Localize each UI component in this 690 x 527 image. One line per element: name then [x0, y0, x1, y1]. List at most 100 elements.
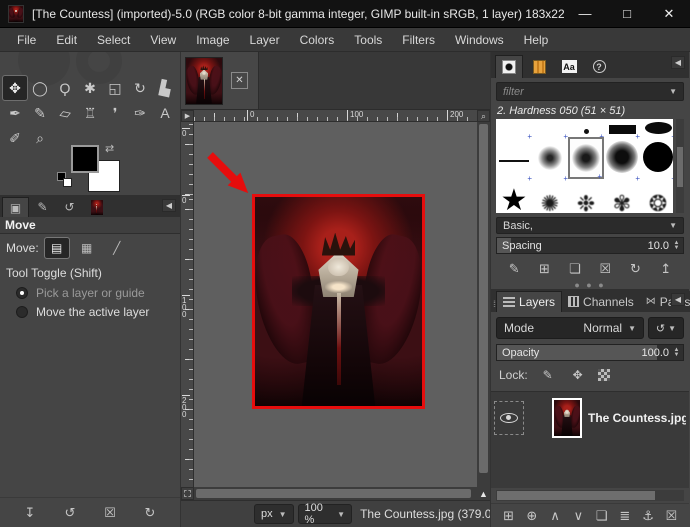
layer-mode-dropdown[interactable]: Mode Normal ▼ [496, 317, 644, 339]
lock-alpha-icon[interactable] [597, 369, 610, 381]
brush-cell-empty[interactable] [532, 119, 568, 141]
brush-cell-empty[interactable] [496, 119, 532, 141]
tab-patterns[interactable] [525, 55, 553, 78]
brush-cell-hardness-075[interactable] [604, 137, 640, 183]
open-brush-as-image-button[interactable]: ↥ [656, 259, 676, 279]
zoom-dropdown[interactable]: 100 % ▼ [297, 502, 353, 526]
delete-brush-button[interactable]: ☒ [595, 259, 615, 279]
text-tool[interactable]: A [153, 101, 177, 125]
reset-tool-options-button[interactable]: ↻ [140, 503, 160, 523]
brush-group-dropdown[interactable]: Basic, ▼ [496, 217, 684, 234]
bucket-fill-tool[interactable]: ▙ [153, 76, 177, 100]
brush-cell-acrylic-1[interactable]: ✺ [532, 179, 568, 214]
opacity-spinner[interactable]: ▲ ▼ [672, 347, 681, 358]
layer-visibility-toggle[interactable] [494, 401, 524, 435]
brush-filter-input[interactable]: filter ▼ [496, 82, 684, 101]
minimize-button[interactable]: — [564, 0, 606, 28]
brush-cell-ellipse[interactable] [640, 119, 673, 141]
zoom-follow-window-icon[interactable]: ⌕ [477, 110, 490, 122]
anchor-layer-button[interactable]: ⚓ [638, 506, 658, 526]
menu-file[interactable]: File [8, 30, 45, 50]
tab-help[interactable]: ? [585, 55, 613, 78]
vertical-ruler[interactable]: 0 0 100 200 [181, 122, 194, 487]
lock-position-icon[interactable]: ✥ [568, 365, 588, 385]
duplicate-layer-button[interactable]: ❏ [592, 506, 612, 526]
layer-row[interactable]: The Countess.jpg [494, 396, 686, 440]
navigate-image-icon[interactable]: ▲ [477, 487, 490, 500]
transform-tool[interactable]: ↻ [128, 76, 152, 100]
brush-cell-star[interactable]: ★ [496, 179, 532, 214]
brush-cell-hardness-100[interactable] [640, 137, 673, 183]
swap-colors-icon[interactable]: ⇄ [105, 142, 114, 155]
tab-fonts[interactable]: Aa [555, 55, 583, 78]
dock-resize-handle[interactable]: ● ● ● [491, 280, 689, 290]
brush-cell-acrylic-2[interactable]: ❉ [568, 179, 604, 214]
raise-layer-button[interactable]: ∧ [545, 506, 565, 526]
mode-options-button[interactable]: ↺ ▼ [648, 317, 684, 339]
tab-layers[interactable]: Layers [496, 291, 563, 312]
delete-tool-preset-button[interactable]: ☒ [100, 503, 120, 523]
opacity-slider[interactable]: Opacity 100.0 ▲ ▼ [496, 344, 684, 361]
tab-channels[interactable]: Channels [562, 291, 640, 312]
collapse-dock-icon[interactable]: ◀ [671, 293, 685, 306]
close-button[interactable]: ✕ [648, 0, 690, 28]
brush-cell-acrylic-3[interactable]: ✾ [604, 179, 640, 214]
radio-pick-layer[interactable] [16, 287, 28, 299]
crop-tool[interactable]: ◱ [103, 76, 127, 100]
paths-tool[interactable]: ✑ [128, 101, 152, 125]
quick-mask-toggle[interactable] [181, 487, 194, 500]
eraser-tool[interactable]: ▱ [53, 101, 77, 125]
smudge-tool[interactable]: ❜ [103, 101, 127, 125]
spacing-slider[interactable]: Spacing 10.0 ▲ ▼ [496, 237, 684, 254]
brush-cell-block[interactable] [604, 119, 640, 141]
layer-thumbnail[interactable] [552, 398, 582, 438]
tab-device-status[interactable]: ✎ [29, 197, 56, 217]
tab-brushes[interactable] [495, 55, 523, 78]
move-selection-mode[interactable]: ▦ [75, 238, 99, 258]
menu-image[interactable]: Image [187, 30, 238, 50]
menu-windows[interactable]: Windows [446, 30, 513, 50]
radio-move-active-label[interactable]: Move the active layer [36, 305, 149, 319]
edit-brush-button[interactable]: ✎ [504, 259, 524, 279]
menu-colors[interactable]: Colors [291, 30, 344, 50]
brush-cell-hardness-025[interactable] [532, 137, 568, 183]
canvas-image[interactable] [252, 194, 425, 409]
save-tool-preset-button[interactable]: ↧ [20, 503, 40, 523]
image-tab[interactable]: ✕ [181, 52, 259, 109]
collapse-dock-icon[interactable]: ◀ [162, 199, 176, 212]
menu-help[interactable]: Help [515, 30, 558, 50]
move-tool[interactable]: ✥ [2, 75, 28, 101]
menu-edit[interactable]: Edit [47, 30, 86, 50]
paintbrush-tool[interactable]: ✎ [28, 101, 52, 125]
menu-select[interactable]: Select [88, 30, 139, 50]
menu-layer[interactable]: Layer [241, 30, 289, 50]
menu-view[interactable]: View [141, 30, 185, 50]
brush-cell-pixel[interactable] [568, 119, 604, 141]
layer-name[interactable]: The Countess.jpg [588, 411, 686, 425]
color-picker-tool[interactable]: ✐ [3, 126, 27, 150]
lock-pixels-icon[interactable]: ✎ [538, 365, 558, 385]
merge-down-button[interactable]: ≣ [615, 506, 635, 526]
tab-tool-options[interactable]: ▣ [2, 197, 29, 217]
menu-tools[interactable]: Tools [345, 30, 391, 50]
zoom-tool[interactable]: ⌕ [28, 126, 52, 150]
menu-filters[interactable]: Filters [393, 30, 444, 50]
close-image-icon[interactable]: ✕ [231, 72, 248, 89]
foreground-color-swatch[interactable] [71, 145, 99, 173]
collapse-dock-icon[interactable]: ◀ [671, 56, 685, 69]
restore-tool-preset-button[interactable]: ↺ [60, 503, 80, 523]
new-layer-button[interactable]: ⊞ [499, 506, 519, 526]
brush-cell-acrylic-4[interactable]: ❂ [640, 179, 673, 214]
maximize-button[interactable]: □ [606, 0, 648, 28]
spacing-spinner[interactable]: ▲ ▼ [672, 240, 681, 251]
tab-undo-history[interactable]: ↺ [56, 197, 83, 217]
brush-cell-hardness-050[interactable] [568, 137, 604, 181]
ruler-corner-menu-button[interactable]: ▶ [181, 110, 194, 122]
lower-layer-button[interactable]: ∨ [568, 506, 588, 526]
vertical-scrollbar[interactable] [477, 122, 490, 487]
tab-image-thumbnail[interactable] [83, 197, 110, 217]
new-brush-button[interactable]: ⊞ [534, 259, 554, 279]
ellipse-select-tool[interactable]: ◯ [28, 76, 52, 100]
brush-cell-line[interactable] [496, 137, 532, 183]
horizontal-ruler[interactable]: 0 100 200 [194, 110, 477, 122]
